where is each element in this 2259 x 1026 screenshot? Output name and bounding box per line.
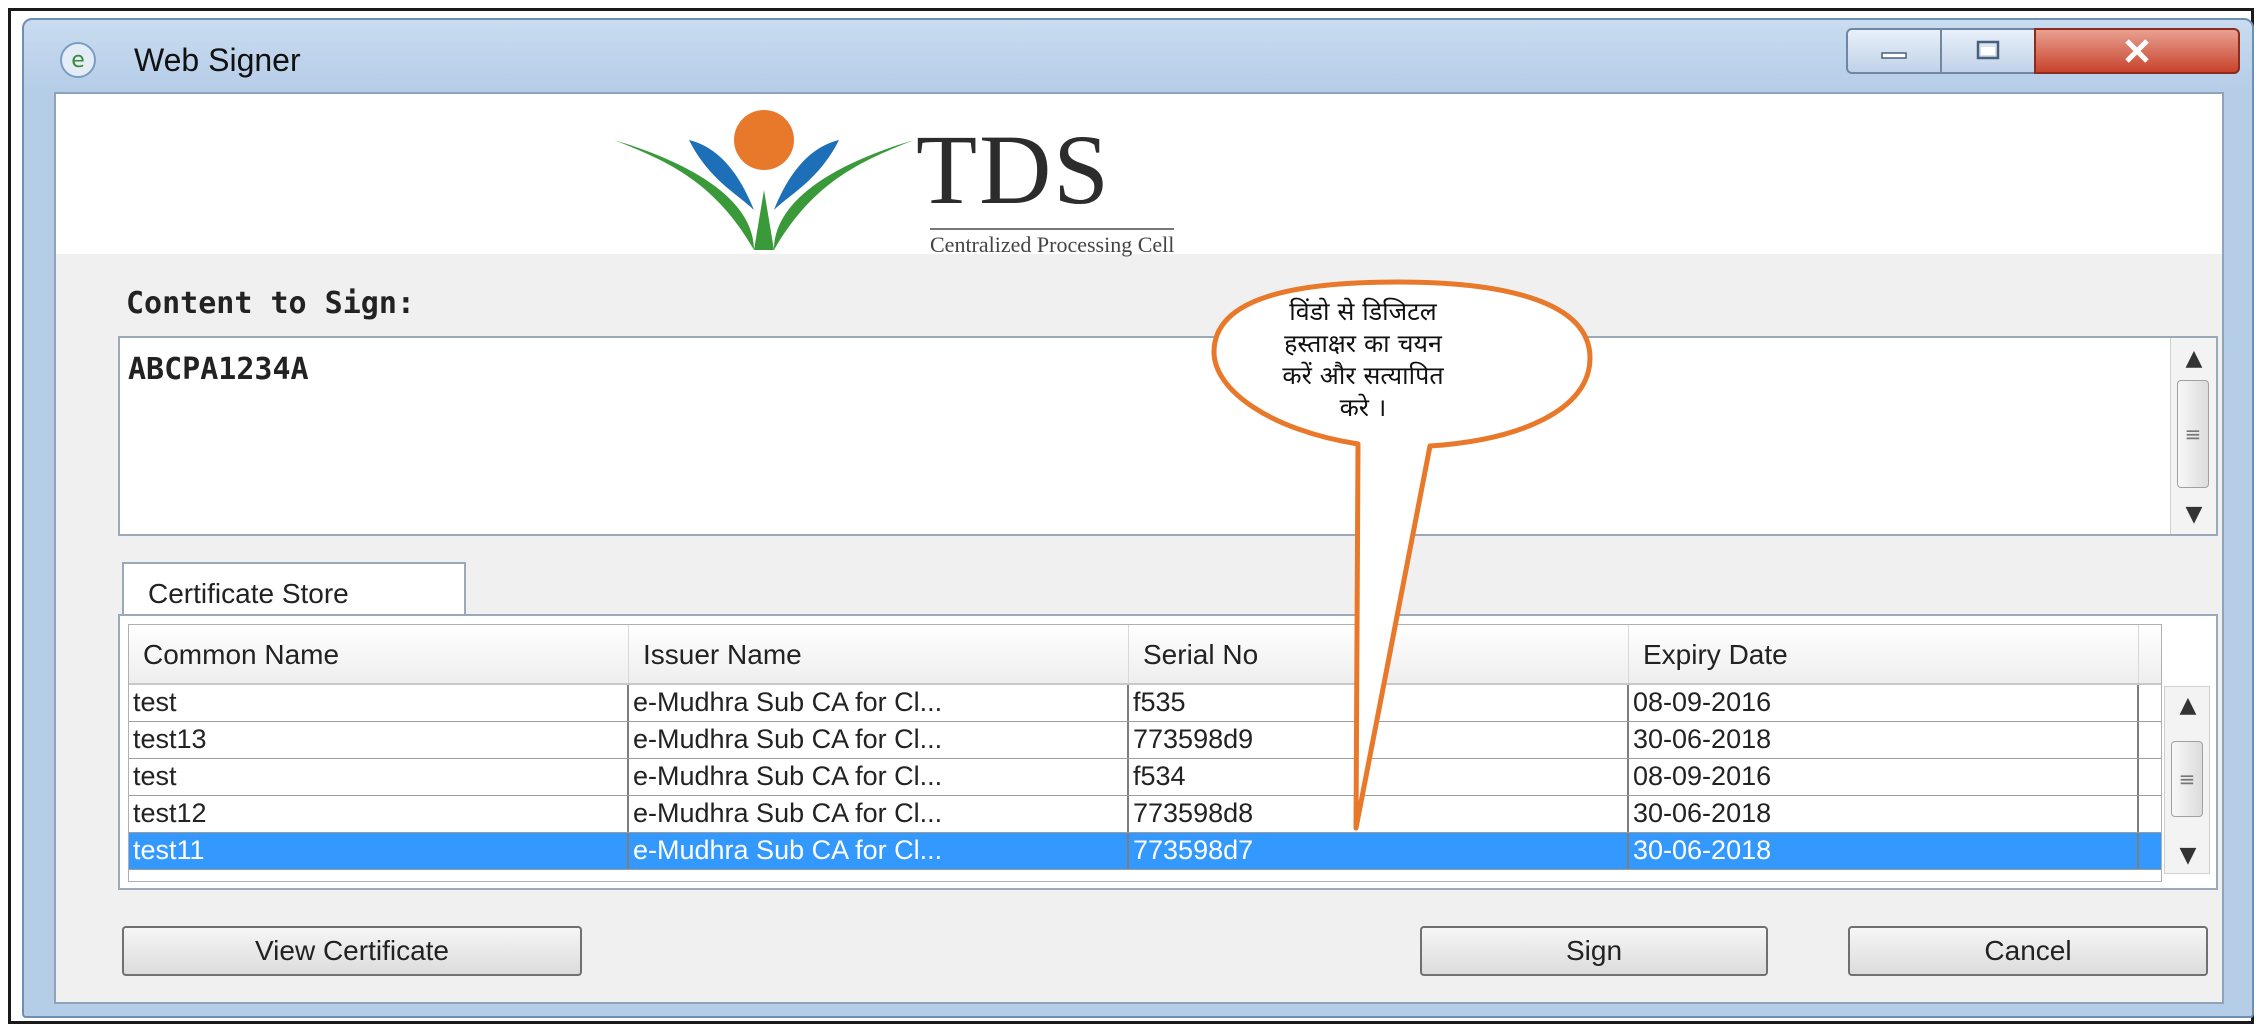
close-icon: [2125, 39, 2149, 63]
column-header-issuer-name[interactable]: Issuer Name: [629, 625, 1129, 683]
window-title: Web Signer: [134, 42, 301, 78]
callout-line: करें और सत्यापित: [1282, 361, 1444, 390]
minimize-button[interactable]: [1846, 28, 1942, 74]
cell-common-name: test13: [129, 722, 629, 758]
cancel-button[interactable]: Cancel: [1848, 926, 2208, 976]
maximize-button[interactable]: [1940, 28, 2036, 74]
cell-serial-no: f535: [1129, 685, 1629, 721]
scroll-thumb[interactable]: ≡: [2171, 741, 2203, 817]
content-to-sign-textbox[interactable]: ABCPA1234A ▲ ≡ ▼: [118, 336, 2218, 536]
web-signer-window: e Web Signer TDS Centralized Processing …: [22, 18, 2254, 1018]
cell-serial-no: f534: [1129, 759, 1629, 795]
table-row[interactable]: test12 e-Mudhra Sub CA for Cl... 773598d…: [129, 796, 2161, 833]
cell-issuer-name: e-Mudhra Sub CA for Cl...: [629, 722, 1129, 758]
close-button[interactable]: [2034, 28, 2240, 74]
scroll-down-arrow-icon[interactable]: ▼: [2165, 837, 2211, 873]
cell-serial-no: 773598d8: [1129, 796, 1629, 832]
callout-line: विंडो से डिजिटल: [1289, 297, 1437, 326]
certificate-store-panel: Common Name Issuer Name Serial No Expiry…: [118, 614, 2218, 890]
cell-common-name: test: [129, 759, 629, 795]
callout-line: हस्ताक्षर का चयन: [1284, 329, 1442, 358]
content-scrollbar[interactable]: ▲ ≡ ▼: [2170, 338, 2216, 534]
cell-issuer-name: e-Mudhra Sub CA for Cl...: [629, 833, 1129, 869]
content-to-sign-label: Content to Sign:: [126, 286, 415, 321]
cell-common-name: test: [129, 685, 629, 721]
cell-expiry-date: 30-06-2018: [1629, 722, 2139, 758]
certificate-table: Common Name Issuer Name Serial No Expiry…: [128, 624, 2162, 882]
column-header-serial-no[interactable]: Serial No: [1129, 625, 1629, 683]
scroll-up-arrow-icon[interactable]: ▲: [2171, 338, 2217, 378]
cell-expiry-date: 30-06-2018: [1629, 833, 2139, 869]
scroll-thumb[interactable]: ≡: [2177, 380, 2209, 488]
table-header: Common Name Issuer Name Serial No Expiry…: [129, 625, 2161, 685]
table-row[interactable]: test e-Mudhra Sub CA for Cl... f534 08-0…: [129, 759, 2161, 796]
cell-expiry-date: 08-09-2016: [1629, 685, 2139, 721]
title-bar[interactable]: e Web Signer: [24, 20, 2252, 100]
cell-serial-no: 773598d9: [1129, 722, 1629, 758]
cell-serial-no: 773598d7: [1129, 833, 1629, 869]
view-certificate-button[interactable]: View Certificate: [122, 926, 582, 976]
scroll-up-arrow-icon[interactable]: ▲: [2165, 687, 2211, 723]
tds-emblem-icon: [614, 110, 914, 250]
cell-issuer-name: e-Mudhra Sub CA for Cl...: [629, 685, 1129, 721]
callout-line: करे ।: [1339, 393, 1387, 422]
dialog-client-area: TDS Centralized Processing Cell Content …: [54, 92, 2224, 1004]
scroll-down-arrow-icon[interactable]: ▼: [2171, 494, 2217, 534]
maximize-icon: [1976, 40, 2000, 60]
tds-banner: TDS Centralized Processing Cell: [56, 94, 2222, 257]
cell-issuer-name: e-Mudhra Sub CA for Cl...: [629, 759, 1129, 795]
tab-certificate-store[interactable]: Certificate Store: [122, 562, 466, 616]
content-to-sign-value: ABCPA1234A: [128, 352, 309, 387]
table-row-selected[interactable]: test11 e-Mudhra Sub CA for Cl... 773598d…: [129, 833, 2161, 870]
table-row[interactable]: test e-Mudhra Sub CA for Cl... f535 08-0…: [129, 685, 2161, 722]
cell-common-name: test11: [129, 833, 629, 869]
cell-common-name: test12: [129, 796, 629, 832]
web-signer-icon: e: [60, 42, 96, 78]
cell-expiry-date: 08-09-2016: [1629, 759, 2139, 795]
tds-logo-text: TDS: [916, 114, 1111, 225]
sign-button[interactable]: Sign: [1420, 926, 1768, 976]
table-scrollbar[interactable]: ▲ ≡ ▼: [2164, 686, 2210, 874]
svg-text:e: e: [71, 48, 85, 73]
table-row[interactable]: test13 e-Mudhra Sub CA for Cl... 773598d…: [129, 722, 2161, 759]
column-header-expiry-date[interactable]: Expiry Date: [1629, 625, 2139, 683]
cell-issuer-name: e-Mudhra Sub CA for Cl...: [629, 796, 1129, 832]
minimize-icon: [1881, 52, 1907, 59]
tds-logo-subtext: Centralized Processing Cell: [930, 228, 1175, 258]
cell-expiry-date: 30-06-2018: [1629, 796, 2139, 832]
column-header-common-name[interactable]: Common Name: [129, 625, 629, 683]
callout-text: विंडो से डिजिटल हस्ताक्षर का चयन करें और…: [1248, 296, 1478, 424]
